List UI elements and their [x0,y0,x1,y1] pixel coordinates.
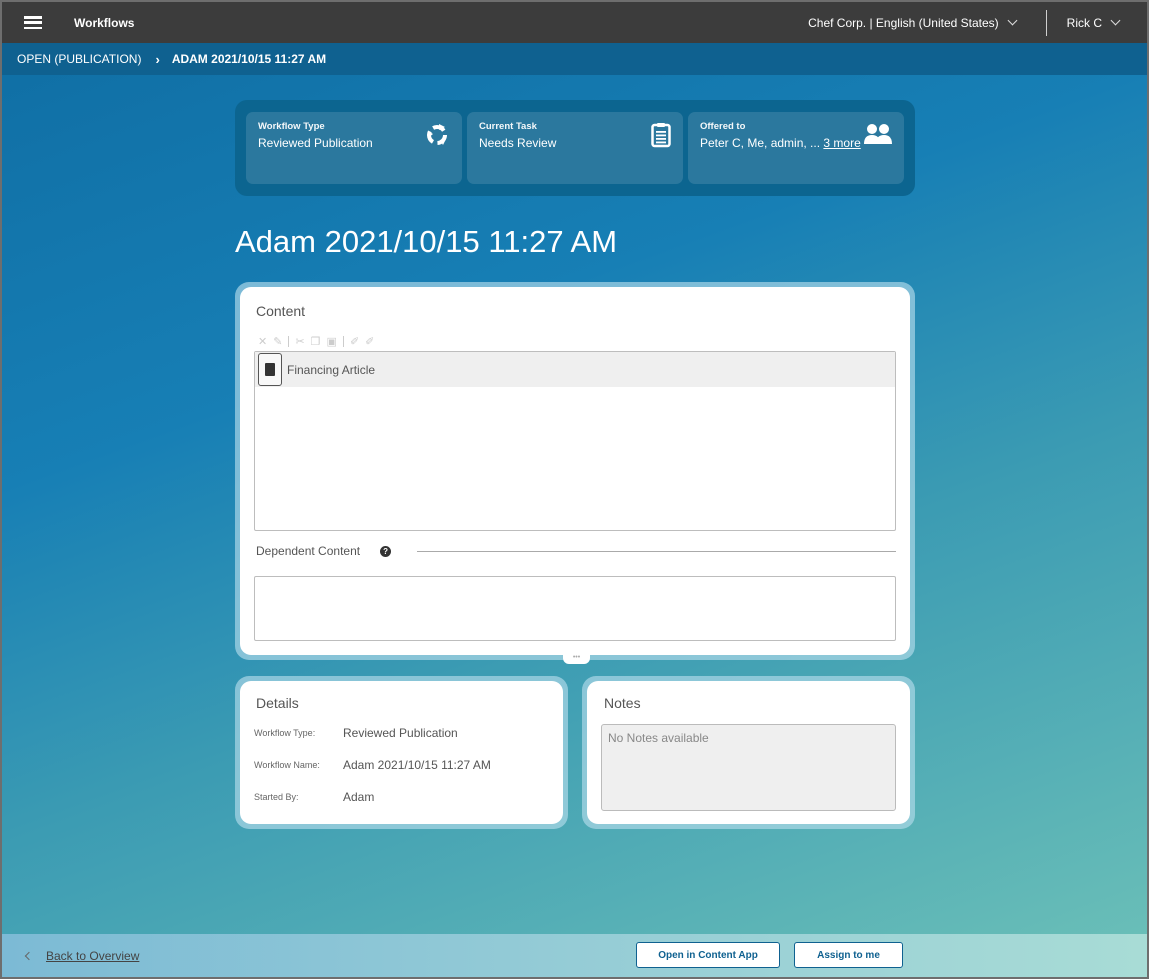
footer-bar: Back to Overview Open in Content App Ass… [2,934,1147,977]
notes-panel: Notes No Notes available [582,676,915,829]
user-name: Rick C [1066,15,1102,30]
current-task-value: Needs Review [479,136,557,150]
remove-icon[interactable]: ✕ [258,335,267,348]
user-menu[interactable]: Rick C [1047,16,1147,30]
current-task-label: Current Task [479,121,537,132]
breadcrumb: OPEN (PUBLICATION) › ADAM 2021/10/15 11:… [2,43,1147,75]
page-title: Adam 2021/10/15 11:27 AM [235,224,618,259]
menu-icon[interactable] [24,16,42,29]
recycle-icon [427,124,447,145]
chevron-down-icon [1110,15,1121,26]
top-bar: Workflows Chef Corp. | English (United S… [2,2,1147,43]
cut-icon[interactable]: ✂ [295,335,304,348]
detail-key: Workflow Type: [254,728,316,738]
workflow-type-card: Workflow Type Reviewed Publication [246,112,462,184]
detail-value: Adam [343,790,375,804]
document-icon [258,353,282,386]
detail-row: Started By: Adam [254,790,374,804]
content-list[interactable]: Financing Article [254,351,896,531]
detail-key: Started By: [254,792,299,802]
help-icon[interactable]: ? [380,545,392,557]
users-icon [864,124,892,144]
list-item-label: Financing Article [287,362,376,377]
back-label: Back to Overview [46,948,140,963]
breadcrumb-current: ADAM 2021/10/15 11:27 AM [171,52,327,66]
dependent-content-list[interactable] [254,576,896,641]
back-to-overview-link[interactable]: Back to Overview [24,948,140,963]
resize-handle[interactable]: ••• [563,654,590,664]
detail-key: Workflow Name: [254,760,320,770]
detail-row: Workflow Name: Adam 2021/10/15 11:27 AM [254,758,491,772]
workflow-summary: Workflow Type Reviewed Publication Curre… [235,100,915,196]
breadcrumb-separator-icon: › [155,51,160,67]
current-task-card: Current Task Needs Review [467,112,683,184]
detail-value: Reviewed Publication [343,726,458,740]
edit-icon[interactable]: ✎ [273,335,282,348]
notes-panel-title: Notes [604,695,641,711]
disapprove-icon[interactable]: ✐ [365,335,374,348]
open-in-content-app-button[interactable]: Open in Content App [636,942,780,968]
paste-icon[interactable]: ▣ [327,335,337,348]
offered-to-card: Offered to Peter C, Me, admin, ... 3 mor… [688,112,904,184]
tenant-locale-dropdown[interactable]: Chef Corp. | English (United States) [808,16,1046,30]
notes-textarea[interactable]: No Notes available [601,724,896,811]
offered-to-users: Peter C, Me, admin, ... [700,136,821,150]
detail-value: Adam 2021/10/15 11:27 AM [343,758,491,772]
workflow-type-label: Workflow Type [258,121,325,132]
toolbar-separator [342,336,344,347]
approve-icon[interactable]: ✐ [350,335,359,348]
content-panel: Content ✕ ✎ ✂ ❐ ▣ ✐ ✐ Financing Article … [235,282,915,660]
content-panel-title: Content [256,303,306,319]
content-toolbar: ✕ ✎ ✂ ❐ ▣ ✐ ✐ [258,335,374,348]
dependent-content-label: Dependent Content [256,544,361,558]
details-panel: Details Workflow Type: Reviewed Publicat… [235,676,568,829]
more-users-link[interactable]: 3 more [823,136,860,150]
copy-icon[interactable]: ❐ [311,335,321,348]
divider [417,550,896,552]
app-title: Workflows [74,15,135,30]
clipboard-icon [651,123,671,148]
list-item[interactable]: Financing Article [255,352,895,387]
detail-row: Workflow Type: Reviewed Publication [254,726,458,740]
breadcrumb-parent[interactable]: OPEN (PUBLICATION) [17,52,141,66]
toolbar-separator [288,336,290,347]
chevron-down-icon [1007,15,1018,26]
dependent-content-header: Dependent Content ? [256,544,896,558]
tenant-locale-label: Chef Corp. | English (United States) [808,15,999,30]
app-frame: Workflows Chef Corp. | English (United S… [2,2,1147,977]
details-panel-title: Details [256,695,299,711]
assign-to-me-button[interactable]: Assign to me [794,942,903,968]
workflow-type-value: Reviewed Publication [258,136,373,150]
chevron-left-icon [24,951,34,960]
